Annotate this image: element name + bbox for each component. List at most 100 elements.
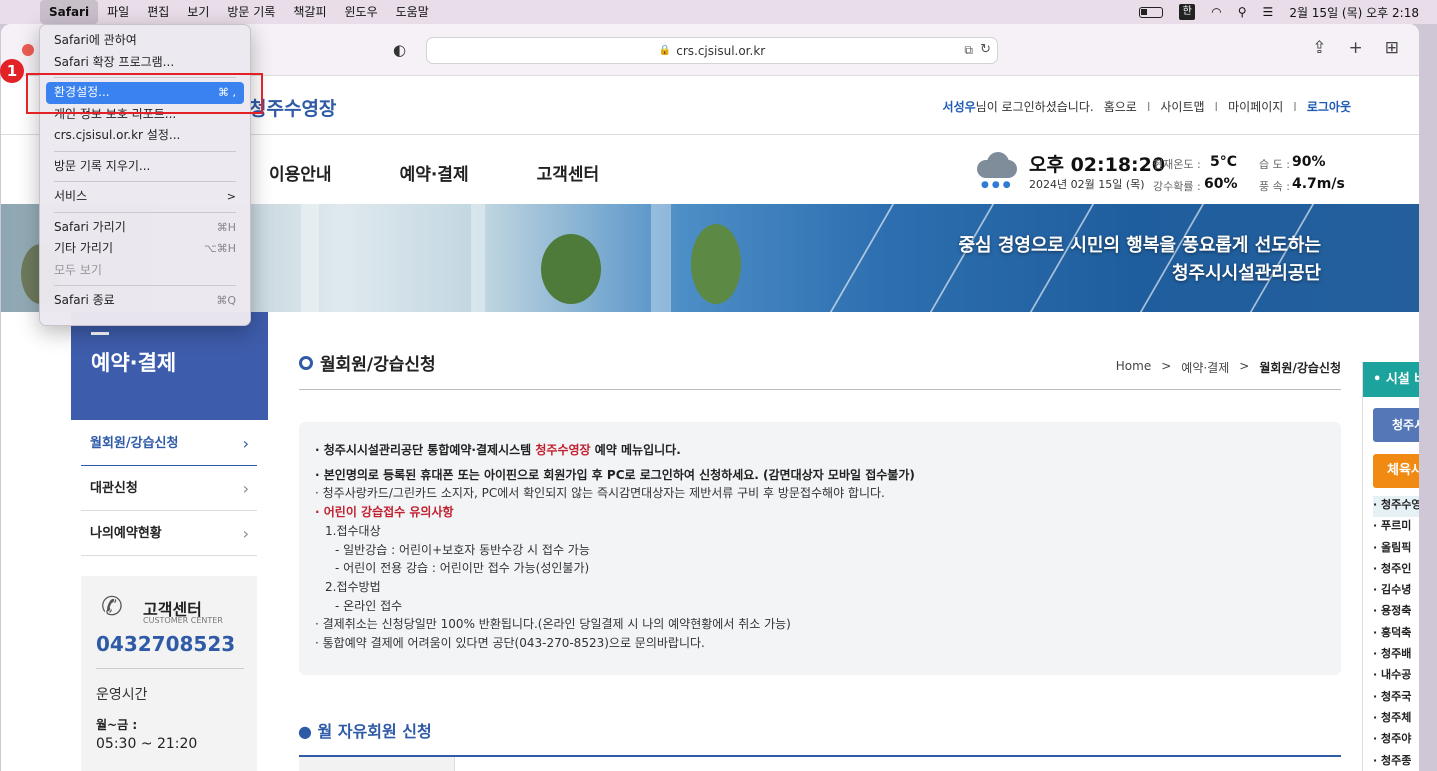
menu-item-label: 모두 보기	[54, 262, 102, 277]
banner-slogan: 중심 경영으로 시민의 행복을 풍요롭게 선도하는 청주시시설관리공단	[958, 232, 1321, 288]
phone-icon: ✆	[101, 592, 123, 622]
macos-menubar: Safari 파일 편집 보기 방문 기록 책갈피 윈도우 도움말 한 ◠ ⚲ …	[0, 0, 1437, 24]
facility-item[interactable]: · 청주종	[1373, 752, 1419, 771]
menubar-clock[interactable]: 2월 15일 (목) 오후 2:18	[1289, 4, 1419, 21]
menu-item-about-safari[interactable]: Safari에 관하여	[46, 30, 244, 52]
mypage-link[interactable]: 마이페이지	[1228, 98, 1283, 115]
menu-separator	[54, 211, 236, 213]
breadcrumb-separator: >	[1161, 359, 1172, 373]
notice-line: · 본인명의로 등록된 휴대폰 또는 아이핀으로 회원가입 후 PC로 로그인하…	[315, 467, 915, 482]
menubar-help[interactable]: 도움말	[387, 0, 438, 24]
facility-item[interactable]: · 청주체	[1373, 709, 1419, 730]
sports-facility-button[interactable]: 체육시설	[1373, 454, 1419, 488]
breadcrumb-home[interactable]: Home	[1116, 359, 1151, 376]
new-tab-icon[interactable]: +	[1349, 38, 1363, 58]
menu-item-services[interactable]: 서비스 >	[46, 186, 244, 208]
table-header-cell	[299, 757, 455, 771]
customer-center-box: ✆ 고객센터 CUSTOMER CENTER 0432708523 운영시간 월…	[81, 576, 257, 771]
facility-item[interactable]: · 청주배	[1373, 645, 1419, 666]
quick-facility-panel: • 시설 바로가기 청주시 체육시설 · 청주수영장 · 푸르미 · 올림픽 ·…	[1362, 362, 1419, 771]
menubar-view[interactable]: 보기	[178, 0, 218, 24]
menu-item-hide-safari[interactable]: Safari 가리기 ⌘H	[46, 217, 244, 239]
notice-line: · 통합예약 결제에 어려움이 있다면 공단(043-270-8523)으로 문…	[315, 636, 705, 651]
page-title-text: 월회원/강습신청	[320, 355, 436, 375]
side-nav-header: 예약·결제	[71, 312, 268, 420]
banner-plant	[691, 224, 741, 304]
pool-lane	[829, 204, 895, 312]
lock-icon: 🔒	[658, 45, 672, 56]
table-top-border	[299, 755, 1341, 757]
step-badge: 1	[0, 59, 24, 83]
facility-item[interactable]: · 청주국	[1373, 688, 1419, 709]
facility-item[interactable]: · 올림픽	[1373, 539, 1419, 560]
cs-divider	[96, 668, 244, 669]
menubar-edit[interactable]: 편집	[138, 0, 178, 24]
rain-value: 60%	[1204, 176, 1238, 192]
spotlight-search-icon[interactable]: ⚲	[1238, 5, 1247, 19]
tab-overview-icon[interactable]: ⧉	[964, 43, 973, 58]
safari-app-menu: Safari에 관하여 Safari 확장 프로그램... 환경설정... ⌘ ,…	[39, 24, 251, 326]
menubar-bookmarks[interactable]: 책갈피	[284, 0, 335, 24]
share-icon[interactable]: ⇪	[1312, 38, 1326, 58]
notice-line: - 온라인 접수	[335, 598, 403, 613]
logout-link[interactable]: 로그아웃	[1307, 98, 1351, 115]
header-accent-bar	[91, 332, 109, 335]
menu-shortcut: ⌥⌘H	[204, 242, 236, 255]
privacy-shield-icon[interactable]: ◐	[393, 41, 406, 59]
close-window-button[interactable]	[22, 44, 34, 56]
facility-item[interactable]: · 청주야	[1373, 730, 1419, 751]
reload-icon[interactable]: ↻	[980, 42, 991, 57]
menubar-safari[interactable]: Safari	[40, 0, 99, 24]
raindrops-icon: ●●●	[981, 180, 1014, 190]
menu-shortcut: ⌘Q	[216, 294, 236, 307]
control-center-icon[interactable]: ☰	[1263, 5, 1274, 19]
tab-grid-icon[interactable]: ⊞	[1385, 38, 1399, 58]
facility-item[interactable]: · 청주인	[1373, 560, 1419, 581]
battery-icon[interactable]	[1139, 6, 1164, 18]
banner-line-2: 청주시시설관리공단	[1171, 263, 1321, 284]
breadcrumb-level1[interactable]: 예약·결제	[1181, 359, 1229, 376]
address-bar[interactable]: 🔒 crs.cjsisul.or.kr ⧉ ↻	[426, 37, 998, 64]
title-bullet-icon	[299, 355, 313, 370]
gnb-item-guide[interactable]: 이용안내	[269, 160, 332, 185]
menu-item-extensions[interactable]: Safari 확장 프로그램...	[46, 52, 244, 74]
breadcrumb-separator: >	[1239, 359, 1250, 373]
side-nav-label: 월회원/강습신청	[90, 436, 179, 451]
menu-item-show-all: 모두 보기	[46, 260, 244, 282]
sitemap-link[interactable]: 사이트맵	[1160, 98, 1204, 115]
input-source-icon[interactable]: 한	[1179, 4, 1196, 20]
notice-line: · 청주시시설관리공단 통합예약·결제시스템 청주수영장 예약 메뉴입니다.	[315, 441, 1325, 460]
facility-item[interactable]: · 청주수영장	[1373, 496, 1419, 518]
wind-value: 4.7m/s	[1292, 176, 1345, 192]
facility-item[interactable]: · 흥덕축	[1373, 624, 1419, 645]
home-link[interactable]: 홈으로	[1104, 98, 1137, 115]
menu-item-hide-others[interactable]: 기타 가리기 ⌥⌘H	[46, 238, 244, 260]
facility-item[interactable]: · 김수녕	[1373, 581, 1419, 602]
menu-item-quit-safari[interactable]: Safari 종료 ⌘Q	[46, 290, 244, 312]
facility-item[interactable]: · 푸르미	[1373, 517, 1419, 538]
menu-separator	[54, 285, 236, 286]
menubar-file[interactable]: 파일	[98, 0, 138, 24]
breadcrumb: Home > 예약·결제 > 월회원/강습신청	[1116, 359, 1341, 376]
menubar-history[interactable]: 방문 기록	[218, 0, 284, 24]
side-nav-item-my-reservations[interactable]: 나의예약현황 ›	[81, 511, 257, 556]
util-separator: I	[1214, 99, 1219, 114]
wifi-icon[interactable]: ◠	[1211, 5, 1221, 19]
facility-item[interactable]: · 용정축	[1373, 602, 1419, 623]
menu-item-site-settings[interactable]: crs.cjsisul.or.kr 설정...	[46, 125, 244, 147]
side-nav-item-rental[interactable]: 대관신청 ›	[81, 466, 257, 511]
chevron-right-icon: ›	[242, 479, 249, 498]
cs-days: 월~금 :	[96, 718, 138, 732]
gnb-item-customer-center[interactable]: 고객센터	[537, 160, 600, 185]
cs-phone-number[interactable]: 0432708523	[96, 632, 235, 656]
utility-links: 서성우님이 로그인하셨습니다. 홈으로 I 사이트맵 I 마이페이지 I 로그아…	[943, 98, 1351, 115]
cheongju-facility-button[interactable]: 청주시	[1373, 408, 1419, 442]
menubar-window[interactable]: 윈도우	[335, 0, 386, 24]
side-nav-item-monthly[interactable]: 월회원/강습신청 ›	[81, 421, 257, 466]
wind-label: 풍 속 :	[1259, 180, 1290, 193]
gnb-item-reservation[interactable]: 예약·결제	[400, 160, 469, 185]
menu-item-label: Safari 확장 프로그램...	[54, 54, 175, 69]
temp-value: 5°C	[1210, 154, 1238, 170]
menu-item-clear-history[interactable]: 방문 기록 지우기...	[46, 156, 244, 178]
facility-item[interactable]: · 내수공	[1373, 666, 1419, 687]
